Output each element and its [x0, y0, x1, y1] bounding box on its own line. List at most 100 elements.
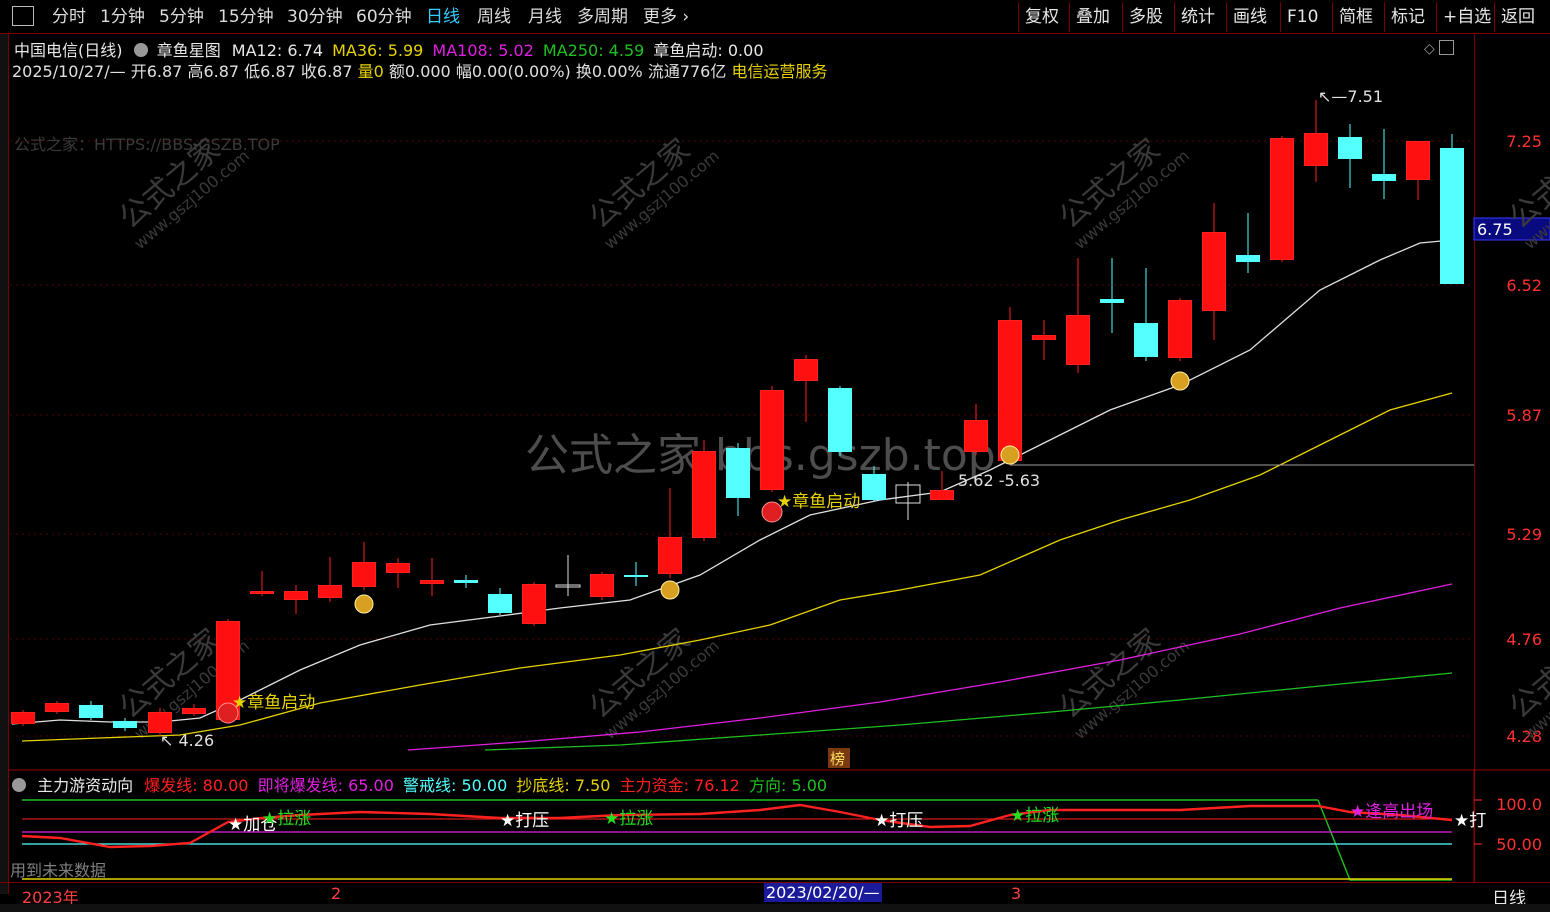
- candle-body: [250, 591, 274, 594]
- quote-range: 幅0.00(0.00%): [455, 62, 571, 81]
- watermark-diagonal-cn: 公式之家: [1053, 132, 1167, 236]
- candle-body: [182, 708, 206, 714]
- ma250-line: [484, 672, 1453, 751]
- chaodi-line-value: 抄底线: 7.50: [516, 776, 611, 795]
- future-data-note: 用到未来数据: [10, 861, 106, 880]
- candle-body: [998, 320, 1022, 461]
- date-month-3: 3: [1011, 884, 1022, 903]
- button-biaoji[interactable]: 标记: [1384, 2, 1431, 32]
- ma108-line: [407, 583, 1453, 751]
- candle-body: [454, 580, 478, 583]
- signal-ball-icon: [217, 702, 239, 724]
- candle-body: [1440, 148, 1464, 284]
- candle-body: [1406, 141, 1430, 180]
- left-side-strip[interactable]: [0, 34, 9, 894]
- indicator-settings-icon[interactable]: [12, 778, 26, 792]
- candle-body: [658, 537, 682, 574]
- tab-1min[interactable]: 1分钟: [100, 4, 145, 30]
- button-back[interactable]: 返回: [1494, 2, 1541, 32]
- watermark-diagonal-cn: 公式之家: [583, 622, 697, 726]
- tab-30min[interactable]: 30分钟: [287, 4, 343, 30]
- sub-indicator-name[interactable]: 主力游资动向: [37, 776, 133, 795]
- bottom-indicator-tabs[interactable]: [0, 904, 1550, 912]
- candle-body: [352, 562, 376, 587]
- button-fuquan[interactable]: 复权: [1018, 2, 1065, 32]
- watermark-diagonal-cn: 公式之家: [113, 132, 227, 236]
- indicator-signal-label: ★拉涨: [262, 809, 311, 829]
- tab-daily[interactable]: 日线: [426, 4, 460, 30]
- candle-body: [488, 594, 512, 613]
- watermark-diagonal-url: www.gszj100.com: [130, 636, 253, 743]
- candle-body: [930, 490, 954, 500]
- tab-fenshi[interactable]: 分时: [52, 4, 86, 30]
- candle-body: [1134, 323, 1158, 357]
- candle-body: [1100, 299, 1124, 303]
- candle-body: [1236, 255, 1260, 262]
- quote-turnover: 换0.00%: [575, 62, 643, 81]
- toolbar-grid-icon[interactable]: [12, 6, 34, 26]
- money-bag-icon: [1000, 445, 1020, 465]
- indicator-signal-label: ★加仓: [228, 815, 277, 835]
- direction-value: 方向: 5.00: [748, 776, 828, 795]
- watermark-diagonal-cn: 公式之家: [583, 132, 697, 236]
- candle-body: [386, 563, 410, 573]
- industry-link[interactable]: 电信运营服务: [731, 62, 827, 81]
- indicator-signal-label: ★打压: [500, 811, 549, 831]
- zijin-value: 主力资金: 76.12: [619, 776, 740, 795]
- watermark-diagonal-url: www.gszj100.com: [600, 636, 723, 743]
- watermark-diagonal-url: www.gszj100.com: [1070, 146, 1193, 253]
- candle-body: [692, 451, 716, 538]
- indicator-header: 主力游资动向 爆发线: 80.00 即将爆发线: 65.00 警戒线: 50.0…: [12, 772, 827, 796]
- candle-body: [216, 621, 240, 720]
- quote-date: 2025/10/27/—: [12, 62, 126, 81]
- watermark-top-left: 公式之家：HTTPS://BBS.GSZB.TOP: [14, 135, 280, 154]
- indicator-dropdown-icon[interactable]: [133, 43, 148, 57]
- candle-body: [726, 448, 750, 498]
- date-month-2: 2: [331, 884, 342, 903]
- tab-monthly[interactable]: 月线: [528, 4, 562, 30]
- watermark-diagonal-url: www.gszj100.com: [600, 146, 723, 253]
- candle-body: [964, 420, 988, 452]
- window-toggle-icon[interactable]: [1439, 40, 1455, 55]
- candle-body: [148, 712, 172, 733]
- indicator-signal-label: ★打压: [874, 811, 923, 831]
- ma36-line: [21, 392, 1453, 742]
- candle-body: [590, 574, 614, 597]
- tab-60min[interactable]: 60分钟: [356, 4, 412, 30]
- chart-window-icons[interactable]: ◇: [1424, 40, 1455, 57]
- button-f10[interactable]: F10: [1280, 2, 1324, 32]
- watermark-diagonal-url: www.gszj100.com: [130, 146, 253, 253]
- baofa-line-value: 爆发线: 80.00: [144, 776, 249, 795]
- quote-open: 开6.87: [130, 62, 183, 81]
- button-tongji[interactable]: 统计: [1174, 2, 1221, 32]
- tab-multi-period[interactable]: 多周期: [577, 4, 628, 30]
- period-toolbar: 分时 1分钟 5分钟 15分钟 30分钟 60分钟 日线 周线 月线 多周期 更…: [0, 0, 1550, 34]
- quote-close: 收6.87: [300, 62, 353, 81]
- low-price-label: ↖ 4.26: [160, 731, 214, 750]
- candle-body: [11, 712, 35, 724]
- candle-body: [794, 359, 818, 381]
- candle-body: [1338, 137, 1362, 159]
- tab-5min[interactable]: 5分钟: [159, 4, 204, 30]
- watermark-diagonal-url: www.gszj100.com: [1070, 636, 1193, 743]
- button-jiankuang[interactable]: 简框: [1332, 2, 1379, 32]
- direction-line-drop: [1317, 799, 1452, 881]
- tab-more[interactable]: 更多 ›: [643, 4, 689, 30]
- quote-volume: 量0: [357, 62, 384, 81]
- button-diejia[interactable]: 叠加: [1069, 2, 1116, 32]
- ma12-line: [11, 239, 1453, 725]
- button-duogu[interactable]: 多股: [1122, 2, 1169, 32]
- candle-body: [1270, 138, 1294, 260]
- button-huaxian[interactable]: 画线: [1226, 2, 1273, 32]
- candle-body: [79, 705, 103, 718]
- button-add-watchlist[interactable]: +自选: [1436, 2, 1497, 32]
- candle-body: [318, 585, 342, 598]
- watermark-diagonal-cn: 公式之家: [1053, 622, 1167, 726]
- zijin-line: [21, 803, 1453, 849]
- money-bag-icon: [1170, 371, 1190, 391]
- quote-amount: 额0.000: [388, 62, 451, 81]
- tab-weekly[interactable]: 周线: [477, 4, 511, 30]
- tab-15min[interactable]: 15分钟: [218, 4, 274, 30]
- quote-low: 低6.87: [244, 62, 296, 81]
- candle-body: [113, 721, 137, 728]
